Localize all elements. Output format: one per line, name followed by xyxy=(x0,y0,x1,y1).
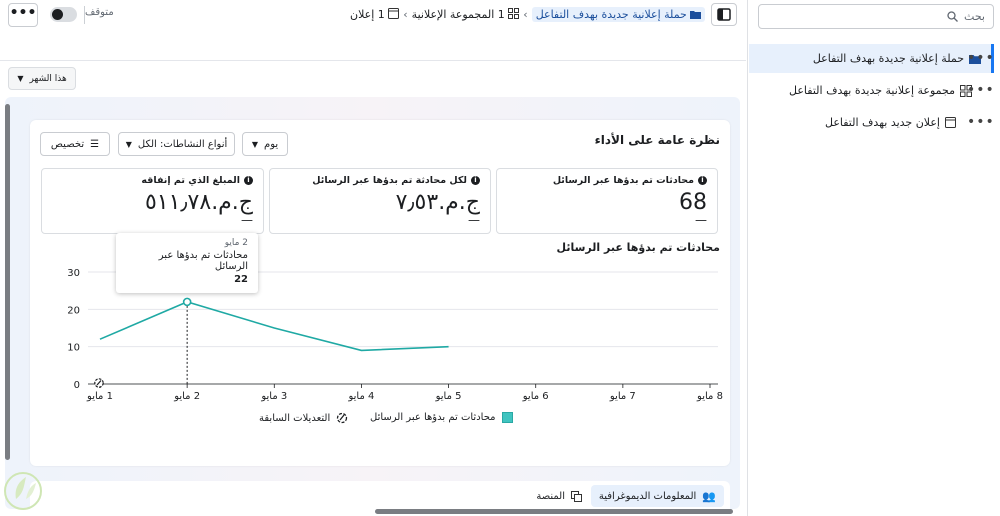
more-options-icon[interactable]: ••• xyxy=(967,114,995,130)
x-tick-label: 8 مايو xyxy=(696,391,723,402)
tree-item-label: مجموعة إعلانية جديدة بهدف التفاعل xyxy=(789,84,955,97)
edit-history-icon[interactable] xyxy=(94,378,104,388)
search-field[interactable]: بحث xyxy=(758,4,994,29)
y-tick-label: 20 xyxy=(67,305,80,316)
legend-label: التعديلات السابقة xyxy=(259,412,331,424)
ad-icon xyxy=(388,7,400,19)
status-toggle[interactable] xyxy=(50,7,77,22)
y-tick-label: 0 xyxy=(74,380,80,391)
vertical-scrollbar[interactable] xyxy=(5,104,10,460)
y-tick-label: 30 xyxy=(67,268,80,279)
chevron-left-icon: › xyxy=(403,7,408,21)
more-options-icon[interactable]: ••• xyxy=(967,50,995,66)
x-tick-label: 1 مايو xyxy=(86,391,113,402)
x-tick-label: 4 مايو xyxy=(347,391,374,402)
status-label: متوقف xyxy=(85,7,114,18)
sidebar-icon xyxy=(717,8,731,21)
breadcrumb-ad[interactable]: 1 إعلان xyxy=(350,7,400,21)
y-tick-label: 10 xyxy=(67,343,80,354)
data-point[interactable] xyxy=(360,349,363,352)
toggle-knob xyxy=(52,9,63,20)
chart-tooltip: 2 مايو محادثات تم بدؤها عبر الرسائل 22 xyxy=(116,233,258,293)
more-options-button[interactable]: ••• xyxy=(8,3,38,27)
data-point[interactable] xyxy=(447,345,450,348)
chevron-left-icon: › xyxy=(523,7,528,21)
tooltip-date: 2 مايو xyxy=(224,238,248,248)
grid-icon xyxy=(508,7,520,19)
x-tick-label: 6 مايو xyxy=(522,391,549,402)
tree-item-adset[interactable]: مجموعة إعلانية جديدة بهدف التفاعل ••• xyxy=(749,76,994,105)
date-range-label: هذا الشهر xyxy=(29,73,67,84)
search-input[interactable]: بحث xyxy=(964,10,985,23)
performance-overview-card: نظرة عامة على الأداء ☰ تخصيص أنواع النشا… xyxy=(30,120,730,466)
tree-item-campaign[interactable]: حملة إعلانية جديدة بهدف التفاعل ••• xyxy=(749,44,994,73)
legend-item-edits[interactable]: التعديلات السابقة xyxy=(259,412,348,424)
ad-icon xyxy=(945,117,956,128)
date-range-dropdown[interactable]: هذا الشهر ▼ xyxy=(8,67,76,90)
legend-label: محادثات تم بدؤها عبر الرسائل xyxy=(370,412,496,423)
more-options-icon[interactable]: ••• xyxy=(967,82,995,98)
data-point[interactable] xyxy=(182,297,192,307)
people-icon: 👥 xyxy=(702,489,716,503)
breadcrumb-adset[interactable]: 1 المجموعة الإعلانية xyxy=(411,7,520,21)
breadcrumb-adset-label: 1 المجموعة الإعلانية xyxy=(411,7,505,21)
platform-icon xyxy=(571,490,582,502)
search-icon xyxy=(947,11,958,22)
tab-demographics[interactable]: 👥 المعلومات الديموغرافية xyxy=(590,485,724,507)
tab-label: المنصة xyxy=(536,490,565,502)
tab-platform[interactable]: المنصة xyxy=(528,485,590,507)
tab-label: المعلومات الديموغرافية xyxy=(598,490,697,502)
x-tick-label: 7 مايو xyxy=(609,391,636,402)
x-tick-label: 2 مايو xyxy=(173,391,200,402)
legend-swatch xyxy=(501,412,513,423)
tree-item-label: إعلان جديد بهدف التفاعل xyxy=(824,116,940,129)
edit-history-icon xyxy=(337,412,348,424)
tooltip-series: محادثات تم بدؤها عبر الرسائل xyxy=(158,250,248,272)
ads-manager-window: ••• متوقف حملة إعلانية جديدة بهدف التفاع… xyxy=(0,0,1000,516)
top-bar: ••• متوقف حملة إعلانية جديدة بهدف التفاع… xyxy=(0,0,746,32)
toggle-panel-button[interactable] xyxy=(711,3,737,26)
horizontal-scrollbar[interactable] xyxy=(375,509,733,514)
data-point[interactable] xyxy=(273,327,276,330)
divider xyxy=(0,60,746,61)
folder-icon xyxy=(690,10,702,19)
structure-panel: بحث حملة إعلانية جديدة بهدف التفاعل ••• … xyxy=(747,0,1000,516)
breakdown-tabs: 👥 المعلومات الديموغرافية المنصة xyxy=(30,481,730,509)
tooltip-value: 22 xyxy=(234,274,248,285)
x-tick-label: 3 مايو xyxy=(260,391,287,402)
breadcrumb-campaign[interactable]: حملة إعلانية جديدة بهدف التفاعل xyxy=(531,6,706,22)
tree-item-label: حملة إعلانية جديدة بهدف التفاعل xyxy=(812,52,964,65)
watermark-logo xyxy=(4,472,42,510)
breadcrumb-ad-label: 1 إعلان xyxy=(350,7,385,21)
data-point[interactable] xyxy=(99,338,102,341)
legend-item-series[interactable]: محادثات تم بدؤها عبر الرسائل xyxy=(370,412,513,423)
breadcrumb-campaign-label: حملة إعلانية جديدة بهدف التفاعل xyxy=(535,7,687,21)
x-tick-label: 5 مايو xyxy=(435,391,462,402)
breadcrumb: حملة إعلانية جديدة بهدف التفاعل › 1 المج… xyxy=(350,4,706,24)
caret-down-icon: ▼ xyxy=(17,74,24,83)
tree-item-ad[interactable]: إعلان جديد بهدف التفاعل ••• xyxy=(749,108,994,137)
